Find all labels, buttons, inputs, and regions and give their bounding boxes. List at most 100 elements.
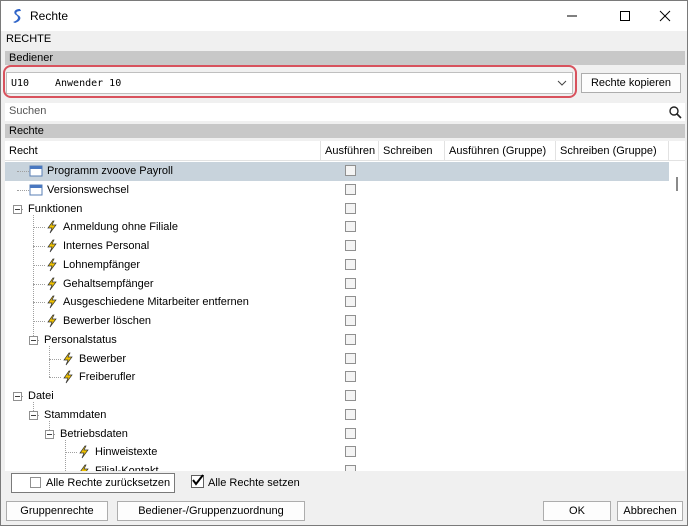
lightning-icon	[47, 239, 57, 253]
tree-row[interactable]: Funktionen	[5, 200, 669, 219]
execute-checkbox[interactable]	[345, 390, 356, 401]
execute-checkbox[interactable]	[345, 221, 356, 233]
tree-row[interactable]: Betriebsdaten	[5, 425, 669, 444]
tree-row[interactable]: Gehaltsempfänger	[5, 275, 669, 294]
user-group-assignment-button[interactable]: Bediener-/Gruppenzuordnung	[117, 501, 305, 521]
execute-checkbox[interactable]	[345, 277, 356, 289]
tree-connector	[65, 452, 77, 454]
execute-checkbox[interactable]	[345, 446, 356, 458]
tree-row[interactable]: Datei	[5, 387, 669, 406]
zvoove-logo-icon	[13, 9, 21, 23]
tree-item-label: Bewerber löschen	[63, 315, 152, 327]
execute-checkbox[interactable]	[345, 333, 356, 345]
tree-connector	[33, 246, 45, 248]
execute-checkbox[interactable]	[345, 240, 356, 251]
reset-all-checkbox[interactable]	[30, 477, 41, 488]
magnifier-icon[interactable]	[668, 105, 682, 119]
lightning-icon	[47, 220, 57, 234]
tree-item-label: Bewerber	[79, 352, 127, 365]
collapse-toggle-icon[interactable]	[29, 335, 38, 345]
tree-item-label: Lohnempfänger	[63, 258, 141, 271]
tree-row[interactable]: Lohnempfänger	[5, 256, 669, 275]
tree-connector	[49, 377, 61, 379]
column-header-recht[interactable]: Recht	[5, 141, 321, 161]
ok-button[interactable]: OK	[543, 501, 611, 521]
column-header-schreiben-gruppe[interactable]: Schreiben (Gruppe)	[556, 141, 669, 161]
group-rights-button[interactable]: Gruppenrechte	[6, 501, 108, 521]
tree-connector	[33, 227, 45, 229]
execute-checkbox[interactable]	[345, 165, 356, 176]
tree-row[interactable]: Filial-Kontakt	[5, 462, 669, 471]
tree-row[interactable]: Freiberufler	[5, 368, 669, 387]
vertical-scrollbar[interactable]	[669, 161, 685, 471]
collapse-toggle-icon[interactable]	[29, 410, 38, 420]
tree-row[interactable]: Ausgeschiedene Mitarbeiter entfernen	[5, 293, 669, 312]
window-icon	[29, 165, 43, 177]
reset-all-label: Alle Rechte zurücksetzen	[46, 477, 171, 489]
execute-checkbox[interactable]	[345, 408, 356, 420]
tree-connector	[33, 302, 45, 304]
tree-item-label: Anmeldung ohne Filiale	[63, 221, 178, 234]
search-placeholder: Suchen	[9, 105, 47, 117]
tree-item-label: Personalstatus	[44, 333, 117, 346]
window-title: Rechte	[30, 9, 69, 23]
tree-connector	[33, 264, 45, 267]
lightning-icon	[47, 258, 57, 271]
lightning-icon	[47, 295, 57, 309]
tree-row[interactable]: Stammdaten	[5, 406, 669, 425]
execute-checkbox[interactable]	[345, 352, 356, 364]
tree-row[interactable]: Internes Personal	[5, 237, 669, 256]
tree-row[interactable]: Hinweistexte	[5, 443, 669, 462]
rights-dialog: Rechte RECHTE Bediener U10 Anwender 10 R…	[0, 0, 688, 526]
tree-item-label: Ausgeschiedene Mitarbeiter entfernen	[63, 296, 249, 309]
set-all-rights-checkbox[interactable]	[191, 474, 204, 488]
execute-checkbox[interactable]	[345, 183, 356, 195]
tree-row[interactable]: Anmeldung ohne Filiale	[5, 218, 669, 237]
tree-row[interactable]: Bewerber	[5, 350, 669, 369]
minimize-button[interactable]	[549, 1, 595, 31]
tree-item-label: Filial-Kontakt	[95, 465, 159, 471]
lightning-icon	[63, 370, 73, 384]
checkmark-icon	[192, 474, 204, 486]
column-header-ausfuehren[interactable]: Ausführen	[321, 141, 379, 161]
lightning-icon	[79, 445, 89, 459]
close-icon	[659, 10, 671, 22]
maximize-icon	[620, 11, 630, 21]
lightning-icon	[63, 352, 73, 365]
execute-checkbox[interactable]	[345, 202, 356, 214]
column-header-ausfuehren-gruppe[interactable]: Ausführen (Gruppe)	[445, 141, 556, 161]
tree-row[interactable]: Bewerber löschen	[5, 312, 669, 331]
column-header-schreiben[interactable]: Schreiben	[379, 141, 445, 161]
execute-checkbox[interactable]	[345, 296, 356, 308]
title-bar: Rechte	[1, 1, 687, 31]
set-all-rights-label: Alle Rechte setzen	[208, 477, 300, 489]
tree-connector	[17, 189, 29, 192]
column-header-filler	[669, 141, 685, 161]
tree-item-label: Datei	[28, 390, 54, 402]
tree-row[interactable]: Versionswechsel	[5, 181, 669, 200]
tree-connector	[33, 321, 45, 323]
tree-connector	[33, 283, 45, 286]
tree-row[interactable]: Personalstatus	[5, 331, 669, 350]
tree-row[interactable]: Programm zvoove Payroll	[5, 162, 669, 181]
bediener-section-header: Bediener	[5, 51, 685, 65]
execute-checkbox[interactable]	[345, 371, 356, 383]
tree-item-label: Funktionen	[28, 202, 83, 215]
execute-checkbox[interactable]	[345, 465, 356, 471]
collapse-toggle-icon[interactable]	[13, 204, 22, 214]
close-button[interactable]	[642, 1, 688, 31]
collapse-toggle-icon[interactable]	[13, 392, 22, 401]
lightning-icon	[80, 464, 89, 471]
rights-tree-grid[interactable]: Recht Ausführen Schreiben Ausführen (Gru…	[5, 141, 685, 471]
tree-item-label: Hinweistexte	[95, 446, 158, 459]
reset-all-rights-toggle[interactable]: Alle Rechte zurücksetzen	[11, 473, 175, 493]
execute-checkbox[interactable]	[345, 427, 356, 439]
scrollbar-thumb[interactable]	[676, 177, 678, 191]
collapse-toggle-icon[interactable]	[45, 429, 54, 439]
search-bar[interactable]: Suchen	[5, 103, 685, 121]
copy-rights-button[interactable]: Rechte kopieren	[581, 73, 681, 93]
cancel-button[interactable]: Abbrechen	[617, 501, 683, 521]
execute-checkbox[interactable]	[345, 315, 356, 326]
execute-checkbox[interactable]	[345, 258, 356, 270]
rechte-section-header: Rechte	[5, 124, 685, 138]
